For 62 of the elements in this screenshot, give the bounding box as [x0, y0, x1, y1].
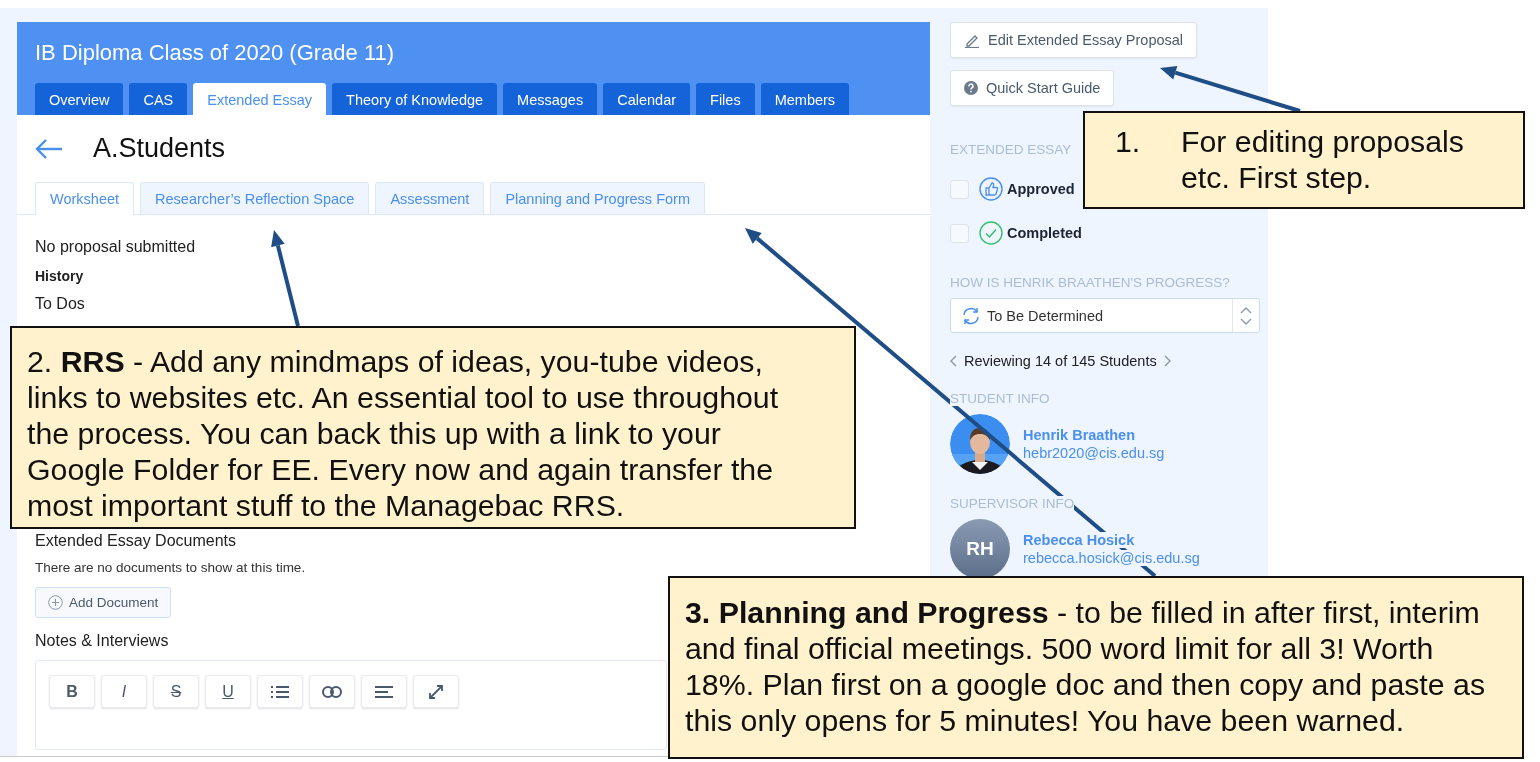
- nav-tab[interactable]: Extended Essay: [193, 83, 327, 115]
- thumbs-up-icon: [979, 177, 1003, 201]
- progress-select[interactable]: To Be Determined: [950, 298, 1260, 333]
- callout-text: 2. RRS - Add any mindmaps of ideas, you-tube videos, links to websites etc. An essential tool to use throughout the process. You can back this up with a link to your Google Folder for EE. Every now and again transfer the most important stuff to the Managebac RRS.: [27, 344, 780, 524]
- nav-tab[interactable]: Overview: [35, 83, 124, 115]
- status-label: Approved: [1007, 181, 1075, 197]
- edit-button[interactable]: Edit Extended Essay Proposal: [950, 22, 1198, 58]
- section-tab[interactable]: Researcher’s Reflection Space: [140, 182, 370, 214]
- add-document-button[interactable]: Add Document: [35, 587, 172, 618]
- pager-text: Reviewing 14 of 145 Students: [964, 353, 1157, 369]
- link-button[interactable]: [309, 675, 355, 708]
- help-icon: [964, 81, 978, 95]
- proposal-status: No proposal submitted: [35, 238, 196, 256]
- nav-tab[interactable]: Files: [696, 83, 755, 115]
- expand-button[interactable]: [413, 675, 459, 708]
- history-heading: History: [35, 268, 84, 284]
- bold-button[interactable]: B: [49, 675, 95, 708]
- section-tab[interactable]: Assessment: [375, 182, 485, 214]
- plus-circle-icon: [48, 595, 63, 610]
- checkbox[interactable]: [950, 223, 969, 243]
- expand-icon: [428, 683, 444, 700]
- page-title: A.Students: [93, 133, 226, 164]
- align-icon: [375, 684, 393, 699]
- avatar-initials: RH: [950, 519, 1010, 579]
- nav-tab[interactable]: Messages: [503, 83, 598, 115]
- checkbox[interactable]: [950, 179, 969, 199]
- section-label: STUDENT INFO: [950, 391, 1050, 406]
- italic-button[interactable]: I: [101, 675, 147, 708]
- text-editor[interactable]: B I S U: [35, 660, 667, 750]
- notes-heading: Notes & Interviews: [35, 632, 169, 650]
- help-button[interactable]: Quick Start Guide: [950, 70, 1115, 106]
- back-arrow-icon[interactable]: [35, 138, 63, 159]
- align-button[interactable]: [361, 675, 407, 708]
- link-icon: [322, 685, 342, 698]
- todos-heading: To Dos: [35, 295, 85, 313]
- up-down-icon: [1240, 306, 1252, 325]
- nav-tab[interactable]: Members: [760, 83, 850, 115]
- person-email[interactable]: hebr2020@cis.edu.sg: [1023, 445, 1165, 461]
- status-label: Completed: [1007, 225, 1082, 241]
- callout-text: For editing proposals etc. First step.: [1181, 124, 1465, 196]
- callout-number: 1.: [1115, 124, 1142, 160]
- underline-button[interactable]: U: [205, 675, 251, 708]
- section-label: SUPERVISOR INFO: [950, 496, 1075, 511]
- person-email[interactable]: rebecca.hosick@cis.edu.sg: [1023, 550, 1200, 566]
- strike-button[interactable]: S: [153, 675, 199, 708]
- nav-tab[interactable]: Theory of Knowledge: [332, 83, 498, 115]
- section-tab[interactable]: Worksheet: [35, 182, 135, 215]
- callout-text: 3. Planning and Progress - to be filled in after first, interim and final official meetings. 500 word limit for all 3! Worth 18%. Plan first on a google doc and then copy and paste as this only opens for 5 minutes! You have been warned.: [685, 595, 1487, 739]
- section-tab[interactable]: Planning and Progress Form: [490, 182, 705, 214]
- nav-tab[interactable]: Calendar: [603, 83, 691, 115]
- refresh-icon: [961, 305, 981, 326]
- section-label: HOW IS HENRIK BRAATHEN'S PROGRESS?: [950, 275, 1230, 290]
- nav-tab[interactable]: CAS: [129, 83, 188, 115]
- section-label: EXTENDED ESSAY: [950, 142, 1072, 157]
- list-button[interactable]: [257, 675, 303, 708]
- documents-heading: Extended Essay Documents: [35, 532, 236, 550]
- class-title: IB Diploma Class of 2020 (Grade 11): [35, 40, 396, 66]
- check-circle-icon: [979, 221, 1003, 245]
- list-icon: [271, 684, 289, 699]
- next-icon[interactable]: [1162, 355, 1171, 367]
- empty-message: There are no documents to show at this time.: [35, 560, 306, 575]
- previous-icon[interactable]: [950, 355, 958, 367]
